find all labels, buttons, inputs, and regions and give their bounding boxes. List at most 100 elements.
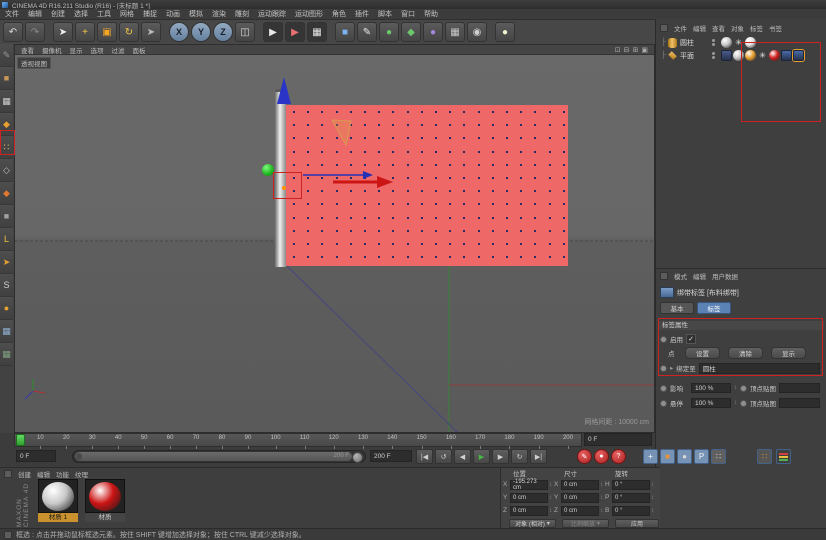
flag-vertex-dot[interactable]: [520, 243, 523, 245]
flag-vertex-dot[interactable]: [491, 216, 494, 219]
flag-vertex-dot[interactable]: [406, 111, 409, 113]
position-field[interactable]: 0 cm: [510, 492, 548, 503]
keyframe-dot[interactable]: [660, 399, 667, 407]
attribute-manager-menu-item[interactable]: 用户数据: [712, 271, 738, 281]
flag-vertex-dot[interactable]: [435, 203, 437, 206]
flag-vertex-dot[interactable]: [463, 163, 466, 166]
model-mode-icon[interactable]: ■: [0, 67, 13, 90]
flag-vertex-dot[interactable]: [477, 203, 480, 206]
flag-vertex-dot[interactable]: [293, 137, 295, 140]
flag-vertex-dot[interactable]: [321, 124, 324, 127]
view-label[interactable]: 透视视图: [17, 57, 51, 69]
flag-vertex-dot[interactable]: [378, 137, 381, 140]
record-rotation-toggle[interactable]: ●: [677, 449, 692, 464]
object-row[interactable]: ├ 平面 ✳: [656, 49, 826, 62]
flag-vertex-dot[interactable]: [364, 137, 366, 140]
flag-vertex-dot[interactable]: [420, 124, 423, 127]
viewport-menu-item[interactable]: 过滤: [112, 45, 125, 55]
coordinate-system-icon[interactable]: ◫: [235, 22, 255, 42]
main-menu-item[interactable]: 角色: [332, 9, 346, 19]
flag-vertex-dot[interactable]: [420, 243, 423, 245]
flag-vertex-dot[interactable]: [406, 256, 409, 259]
cylinder-object-icon[interactable]: [667, 37, 677, 48]
flag-vertex-dot[interactable]: [520, 124, 523, 127]
cloth-belt-tag[interactable]: [792, 50, 804, 61]
light-icon[interactable]: ●: [495, 22, 515, 42]
flag-vertex-dot[interactable]: [534, 256, 537, 259]
flag-vertex-dot[interactable]: [420, 216, 423, 219]
flag-vertex-dot[interactable]: [335, 150, 338, 153]
flag-vertex-dot[interactable]: [349, 163, 352, 166]
flag-vertex-dot[interactable]: [449, 150, 452, 153]
cloth-collider-tag[interactable]: [780, 50, 792, 61]
flag-vertex-dot[interactable]: [307, 243, 310, 245]
flag-vertex-dot[interactable]: [449, 243, 452, 245]
flag-vertex-dot[interactable]: [463, 203, 466, 206]
stepper-icon[interactable]: ↕: [734, 385, 737, 391]
flag-vertex-dot[interactable]: [548, 229, 551, 232]
flag-vertex-dot[interactable]: [378, 177, 381, 179]
materials-menu-item[interactable]: 功能: [56, 469, 69, 479]
flag-vertex-dot[interactable]: [506, 203, 508, 206]
pane-toggle-icon-1[interactable]: ⊡: [615, 46, 621, 54]
main-menu-item[interactable]: 选择: [74, 9, 88, 19]
flag-vertex-dot[interactable]: [307, 111, 310, 113]
phong-tag[interactable]: [732, 50, 744, 61]
make-editable-icon[interactable]: ✎: [0, 44, 13, 67]
flag-vertex-dot[interactable]: [293, 177, 295, 179]
enable-axis-icon[interactable]: L: [0, 228, 13, 251]
keyframe-dot[interactable]: [740, 399, 747, 407]
phong-tag[interactable]: [720, 37, 732, 48]
flag-vertex-dot[interactable]: [463, 229, 466, 232]
flag-vertex-dot[interactable]: [335, 163, 338, 166]
materials-menu-item[interactable]: 纹理: [75, 469, 88, 479]
current-frame-field[interactable]: 0 F: [584, 433, 652, 446]
flag-vertex-dot[interactable]: [520, 216, 523, 219]
flag-vertex-dot[interactable]: [364, 256, 366, 259]
material-thumbnail[interactable]: [85, 479, 125, 513]
flag-vertex-dot[interactable]: [491, 150, 494, 153]
render-settings-icon[interactable]: ▦: [307, 22, 327, 42]
flag-vertex-dot[interactable]: [435, 163, 437, 166]
material-tag-red[interactable]: [768, 50, 780, 61]
workplane-mode-icon[interactable]: ◆: [0, 113, 13, 136]
vertex-map-field[interactable]: [779, 383, 820, 393]
flag-vertex-dot[interactable]: [378, 150, 381, 153]
flag-vertex-dot[interactable]: [534, 163, 537, 166]
rotation-field[interactable]: 0 °: [612, 492, 650, 503]
flag-vertex-dot[interactable]: [406, 190, 409, 193]
simulation-tag[interactable]: ✳: [757, 50, 768, 61]
flag-vertex-dot[interactable]: [420, 203, 423, 206]
flag-vertex-dot[interactable]: [307, 177, 310, 179]
flag-vertex-dot[interactable]: [506, 256, 508, 259]
flag-vertex-dot[interactable]: [548, 111, 551, 113]
flag-vertex-dot[interactable]: [562, 124, 565, 127]
flag-vertex-dot[interactable]: [307, 216, 310, 219]
flag-vertex-dot[interactable]: [392, 243, 395, 245]
flag-vertex-dot[interactable]: [463, 216, 466, 219]
flag-vertex-dot[interactable]: [520, 163, 523, 166]
flag-vertex-dot[interactable]: [506, 150, 508, 153]
flag-vertex-dot[interactable]: [406, 177, 409, 179]
flag-vertex-dot[interactable]: [477, 243, 480, 245]
deformers-icon[interactable]: ◆: [401, 22, 421, 42]
flag-vertex-dot[interactable]: [491, 177, 494, 179]
flag-vertex-dot[interactable]: [449, 190, 452, 193]
flag-vertex-dot[interactable]: [506, 177, 508, 179]
flag-vertex-dot[interactable]: [335, 177, 338, 179]
flag-vertex-dot[interactable]: [307, 229, 310, 232]
stepper-icon[interactable]: ↕: [651, 508, 654, 514]
flag-vertex-dot[interactable]: [534, 150, 537, 153]
flag-vertex-dot[interactable]: [491, 137, 494, 140]
pane-toggle-icon-2[interactable]: ⊟: [624, 46, 630, 54]
flag-vertex-dot[interactable]: [335, 256, 338, 259]
previous-frame-button[interactable]: ◀: [454, 449, 471, 464]
flag-vertex-dot[interactable]: [548, 177, 551, 179]
flag-vertex-dot[interactable]: [477, 256, 480, 259]
flag-vertex-dot[interactable]: [548, 243, 551, 245]
flag-vertex-dot[interactable]: [364, 150, 366, 153]
flag-vertex-dot[interactable]: [520, 256, 523, 259]
undo-icon[interactable]: ↶: [3, 22, 23, 42]
flag-vertex-dot[interactable]: [463, 243, 466, 245]
flag-vertex-dot[interactable]: [534, 216, 537, 219]
